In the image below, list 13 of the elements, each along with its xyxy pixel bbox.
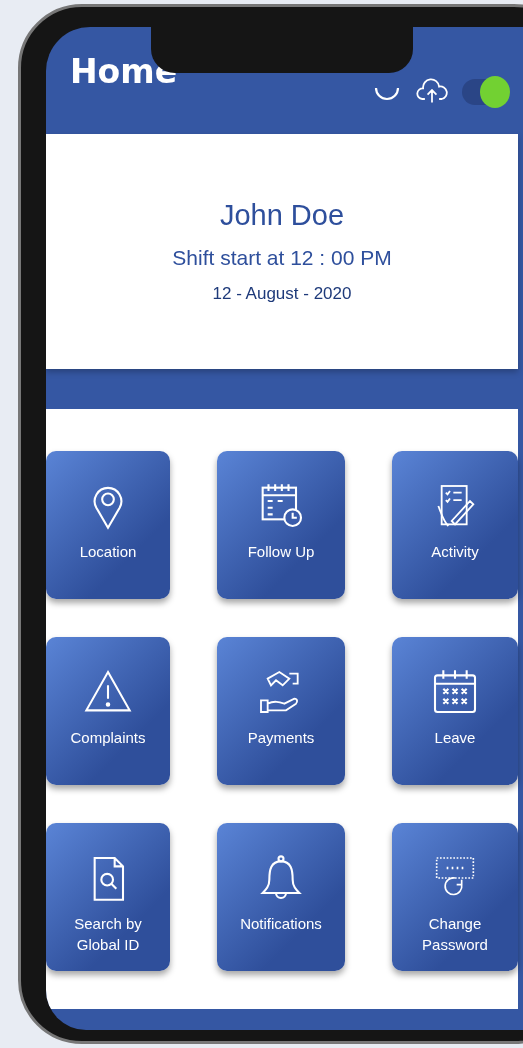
shift-date: 12 - August - 2020 bbox=[212, 284, 352, 304]
menu-tile[interactable]: Leave bbox=[392, 637, 518, 785]
menu-tile[interactable]: Location bbox=[46, 451, 170, 599]
menu-tile[interactable]: Search by Global ID bbox=[46, 823, 170, 971]
user-name: John Doe bbox=[219, 199, 345, 232]
menu-tile[interactable]: Payments bbox=[217, 637, 345, 785]
menu-tile[interactable]: Complaints bbox=[46, 637, 170, 785]
menu-tile[interactable]: Notifications bbox=[217, 823, 345, 971]
shift-time: Shift start at 12 : 00 PM bbox=[172, 246, 392, 270]
menu-tile[interactable]: Follow Up bbox=[217, 451, 345, 599]
menu-tile[interactable]: Change Password bbox=[392, 823, 518, 971]
cloud-upload-icon[interactable] bbox=[416, 77, 448, 105]
menu-tile[interactable]: Activity bbox=[392, 451, 518, 599]
